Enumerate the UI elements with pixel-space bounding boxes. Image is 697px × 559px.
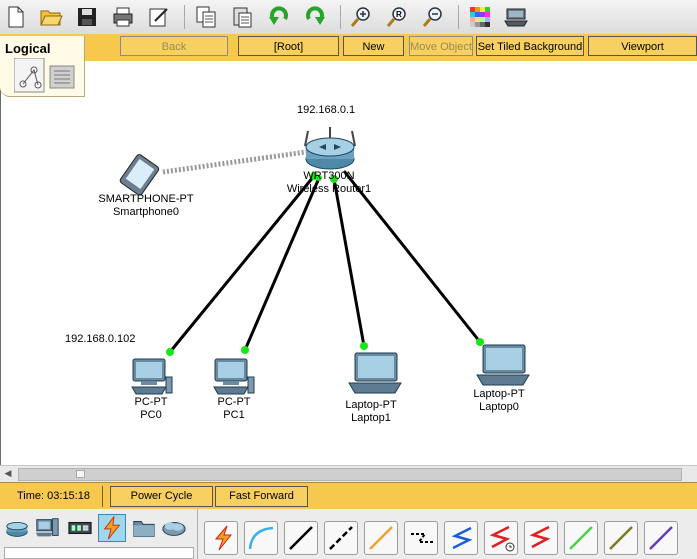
copper-straight-through-icon[interactable]: [284, 521, 318, 555]
activity-wizard-icon[interactable]: [146, 4, 172, 30]
logical-topology-icon: [14, 58, 75, 93]
logical-workspace[interactable]: 192.168.0.1 WRT300N Wireless Router1 SMA…: [0, 61, 697, 465]
laptop0-model-label: Laptop-PT: [473, 388, 525, 400]
network-devices-icon[interactable]: [3, 514, 31, 542]
smartphone-name-label: Smartphone0: [112, 206, 180, 218]
laptop-icon[interactable]: [348, 352, 402, 394]
zoom-out-icon[interactable]: [420, 4, 446, 30]
custom-device-icon[interactable]: [503, 4, 529, 30]
power-cycle-devices-button[interactable]: Power Cycle Devices: [110, 486, 213, 521]
logical-nav-bar: Back [Root] New Cluster Move Object Set …: [0, 34, 697, 73]
logical-view-tab[interactable]: Logical: [0, 36, 85, 97]
laptop0-name-label: Laptop0: [479, 401, 519, 413]
time-display: Time: 03:15:18: [17, 490, 90, 502]
wired-link-laptop1[interactable]: [332, 178, 366, 347]
connections-icon[interactable]: [98, 514, 126, 542]
redo-icon[interactable]: [302, 4, 328, 30]
pc-icon[interactable]: [131, 358, 173, 395]
wired-link-laptop0[interactable]: [342, 170, 482, 343]
smartphone-model-label: SMARTPHONE-PT: [98, 193, 194, 205]
new-file-icon[interactable]: [2, 4, 28, 30]
multiuser-icon[interactable]: [160, 514, 188, 542]
zoom-reset-icon[interactable]: R: [384, 4, 410, 30]
back-button[interactable]: Back: [120, 36, 228, 56]
coaxial-icon[interactable]: [444, 521, 478, 555]
scrollbar-grip-icon: [76, 470, 85, 478]
router-model-label: WRT300N: [303, 170, 355, 182]
copper-cross-over-icon[interactable]: [324, 521, 358, 555]
serial-dte-icon[interactable]: [524, 521, 558, 555]
print-icon[interactable]: [110, 4, 136, 30]
miscellaneous-icon[interactable]: [130, 514, 158, 542]
palette-icon[interactable]: [467, 4, 493, 30]
pc1-name-label: PC1: [223, 409, 245, 421]
pc0-name-label: PC0: [140, 409, 162, 421]
device-category-panel: [0, 509, 198, 559]
link-up-light: [360, 342, 368, 350]
components-icon[interactable]: [66, 514, 94, 542]
svg-text:R: R: [396, 10, 402, 19]
pc0-model-label: PC-PT: [134, 396, 168, 408]
fast-forward-time-button[interactable]: Fast Forward Time: [215, 486, 308, 521]
console-cable-icon[interactable]: [244, 521, 278, 555]
root-button[interactable]: [Root]: [238, 36, 339, 56]
viewport-button[interactable]: Viewport: [588, 36, 697, 56]
new-cluster-button[interactable]: New Cluster: [343, 36, 404, 73]
serial-dce-icon[interactable]: [484, 521, 518, 555]
device-subcategory-strip: [4, 547, 194, 559]
usb-cable-icon[interactable]: [644, 521, 678, 555]
undo-icon[interactable]: [266, 4, 292, 30]
logical-tab-label: Logical: [5, 41, 51, 56]
device-panel: [0, 509, 697, 559]
open-folder-icon[interactable]: [38, 4, 64, 30]
save-icon[interactable]: [74, 4, 100, 30]
move-object-button[interactable]: Move Object: [409, 36, 473, 56]
zoom-in-icon[interactable]: [348, 4, 374, 30]
pc0-ip-label: 192.168.0.102: [65, 333, 136, 345]
automatic-connection-icon[interactable]: [204, 521, 238, 555]
realtime-status-bar: Time: 03:15:18 Power Cycle Devices Fast …: [0, 482, 697, 521]
scroll-left-arrow-icon[interactable]: ◀: [2, 468, 14, 480]
scrollbar-thumb[interactable]: [18, 468, 682, 481]
wireless-router-icon[interactable]: [304, 127, 356, 170]
set-tiled-background-button[interactable]: Set Tiled Background: [476, 36, 584, 56]
paste-icon[interactable]: [229, 4, 255, 30]
smartphone-icon[interactable]: [119, 153, 160, 196]
pc-icon[interactable]: [213, 358, 255, 395]
laptop1-model-label: Laptop-PT: [345, 399, 397, 411]
iot-custom-cable-icon[interactable]: [604, 521, 638, 555]
link-up-light: [241, 346, 249, 354]
router-name-label: Wireless Router1: [286, 183, 372, 195]
phone-cable-icon[interactable]: [404, 521, 438, 555]
pc1-model-label: PC-PT: [217, 396, 251, 408]
link-up-light: [166, 348, 174, 356]
link-up-light: [476, 338, 484, 346]
laptop-icon[interactable]: [476, 344, 530, 386]
main-toolbar: R: [0, 0, 697, 35]
router-ip-label: 192.168.0.1: [297, 104, 356, 116]
horizontal-scrollbar[interactable]: ◀: [0, 465, 697, 482]
wireless-link: [162, 149, 307, 175]
end-devices-icon[interactable]: [33, 514, 61, 542]
copy-icon[interactable]: [193, 4, 219, 30]
fiber-icon[interactable]: [364, 521, 398, 555]
laptop1-name-label: Laptop1: [351, 412, 391, 424]
wired-link-pc1[interactable]: [243, 177, 321, 351]
octal-cable-icon[interactable]: [564, 521, 598, 555]
